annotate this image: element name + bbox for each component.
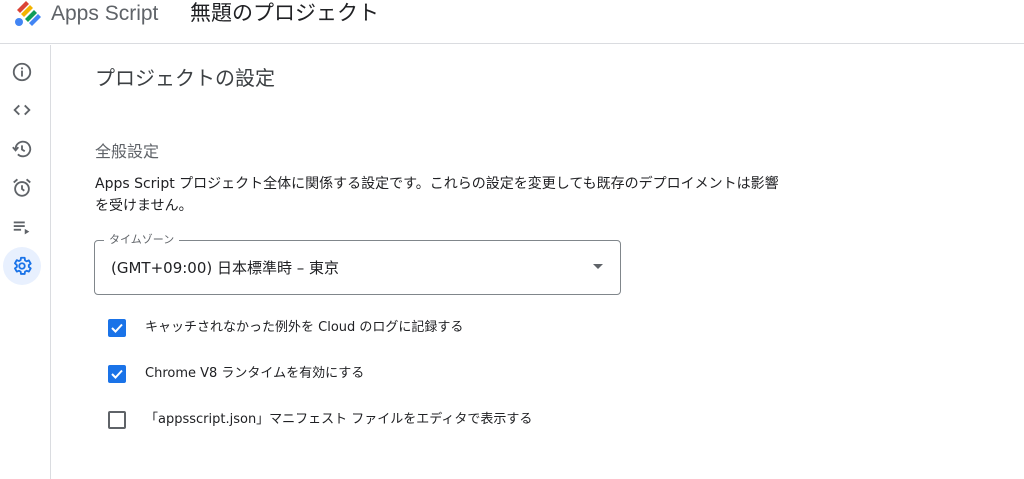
nav-settings[interactable] <box>3 247 41 285</box>
playlist-icon <box>13 221 30 235</box>
option-show-manifest[interactable]: 「appsscript.json」マニフェスト ファイルをエディタで表示する <box>108 410 532 430</box>
dropdown-arrow-icon <box>593 264 603 269</box>
nav-triggers[interactable] <box>3 169 41 207</box>
top-bar: Apps Script 無題のプロジェクト <box>0 0 1024 44</box>
timezone-label: タイムゾーン <box>104 232 180 248</box>
v8-runtime-checkbox[interactable] <box>108 365 126 383</box>
alarm-icon <box>13 178 31 197</box>
option-v8-runtime[interactable]: Chrome V8 ランタイムを有効にする <box>108 364 364 384</box>
show-manifest-label: 「appsscript.json」マニフェスト ファイルをエディタで表示する <box>145 412 533 427</box>
nav-executions[interactable] <box>3 130 41 168</box>
code-icon <box>13 104 31 116</box>
nav-overview[interactable] <box>3 53 41 91</box>
show-manifest-checkbox[interactable] <box>108 411 126 429</box>
log-exceptions-label: キャッチされなかった例外を Cloud のログに記録する <box>145 320 464 335</box>
settings-description: Apps Script プロジェクト全体に関係する設定です。これらの設定を変更し… <box>95 176 779 214</box>
timezone-value: (GMT+09:00) 日本標準時 – 東京 <box>111 259 340 277</box>
v8-runtime-label: Chrome V8 ランタイムを有効にする <box>145 366 365 381</box>
check-icon <box>111 323 123 333</box>
check-icon <box>111 369 123 379</box>
project-title[interactable]: 無題のプロジェクト <box>190 0 379 26</box>
option-log-exceptions[interactable]: キャッチされなかった例外を Cloud のログに記録する <box>108 318 463 338</box>
timezone-select[interactable]: タイムゾーン (GMT+09:00) 日本標準時 – 東京 <box>94 232 621 295</box>
page-title: プロジェクトの設定 <box>95 66 275 90</box>
apps-script-logo[interactable] <box>13 1 47 27</box>
section-heading-general: 全般設定 <box>95 142 160 161</box>
log-exceptions-checkbox[interactable] <box>108 319 126 337</box>
info-icon <box>12 62 32 82</box>
app-name: Apps Script <box>51 2 159 25</box>
gear-icon <box>14 256 32 275</box>
nav-executions-list[interactable] <box>3 208 41 246</box>
nav-editor[interactable] <box>3 91 41 129</box>
history-icon <box>12 140 32 158</box>
left-nav-rail <box>0 45 51 479</box>
